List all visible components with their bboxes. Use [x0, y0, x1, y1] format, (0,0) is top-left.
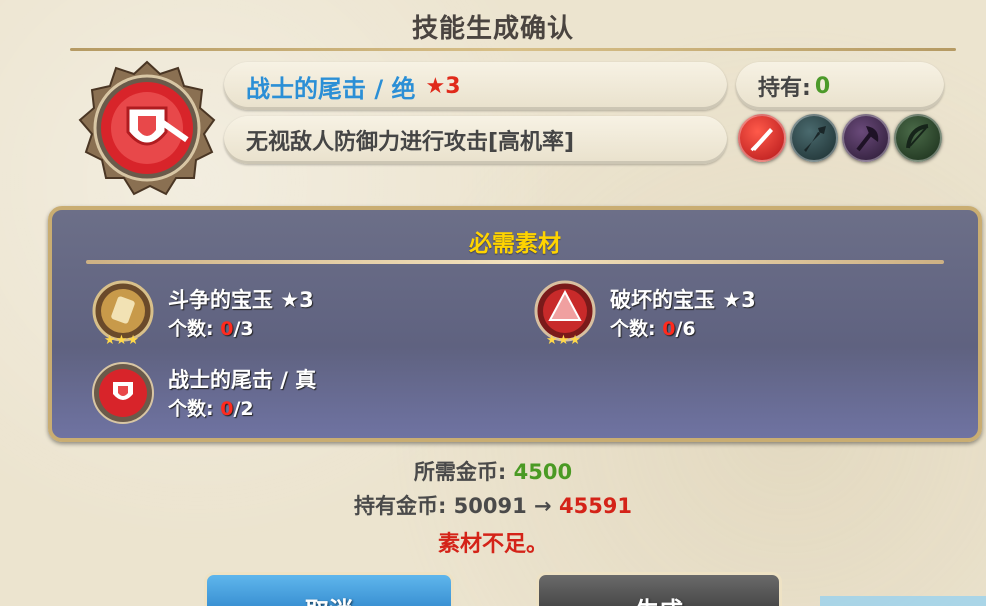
gold-after-value: 45591 [558, 494, 633, 518]
material-name: 战士的尾击 / 真 [168, 368, 317, 392]
red-gem-icon: ★★★ [532, 280, 598, 348]
owned-label: 持有: [758, 76, 811, 101]
required-gold-line: 所需金币: 4500 [0, 456, 986, 486]
material-count: 个数: 0/3 [168, 318, 254, 340]
material-name: 破坏的宝玉 ★3 [610, 288, 756, 312]
material-count: 个数: 0/2 [168, 398, 254, 420]
gold-gem-icon: ★★★ [90, 280, 156, 348]
owned-value: 0 [814, 73, 831, 99]
owned-gold-label: 持有金币: [353, 494, 447, 518]
corner-strip [820, 596, 986, 606]
skill-medallion-icon [90, 360, 156, 426]
gold-arrow: → [534, 494, 552, 518]
bow-icon [894, 114, 942, 162]
spear-icon [790, 114, 838, 162]
sword-icon [738, 114, 786, 162]
material-item[interactable]: ★★★ 破坏的宝玉 ★3 个数: 0/6 [532, 280, 932, 352]
skill-name: 战士的尾击 / 绝 [246, 74, 416, 103]
axe-icon [842, 114, 890, 162]
owned-count-pill: 持有: 0 [736, 62, 944, 110]
cancel-button[interactable]: 取消 [204, 572, 454, 606]
skill-medallion-icon [78, 60, 216, 196]
create-button[interactable]: 生成 [536, 572, 782, 606]
insufficient-warning: 素材不足。 [437, 532, 548, 557]
svg-text:★★★: ★★★ [546, 333, 581, 346]
skill-star-rank: ★3 [425, 73, 461, 99]
materials-divider [86, 260, 944, 264]
skill-description: 无视敌人防御力进行攻击[高机率] [246, 130, 575, 155]
skill-name-pill: 战士的尾击 / 绝 ★3 [224, 62, 727, 110]
skill-description-pill: 无视敌人防御力进行攻击[高机率] [224, 116, 727, 164]
owned-gold-line: 持有金币: 50091 → 45591 [0, 490, 986, 520]
material-item[interactable]: ★★★ 斗争的宝玉 ★3 个数: 0/3 [90, 280, 490, 352]
svg-text:★★★: ★★★ [104, 333, 139, 346]
title-divider [70, 48, 956, 51]
weapon-type-icons [738, 114, 946, 166]
material-count: 个数: 0/6 [610, 318, 696, 340]
owned-gold-value: 50091 [453, 494, 527, 518]
required-gold-value: 4500 [513, 460, 573, 484]
material-name: 斗争的宝玉 ★3 [168, 288, 314, 312]
material-item[interactable]: 战士的尾击 / 真 个数: 0/2 [90, 360, 490, 432]
dialog-title: 技能生成确认 [411, 14, 574, 44]
materials-title: 必需素材 [469, 231, 561, 257]
required-materials-panel: 必需素材 ★★★ 斗争的宝玉 ★3 个数: 0/3 ★★★ 破坏的宝玉 ★3 个… [48, 206, 982, 442]
required-gold-label: 所需金币: [413, 460, 507, 484]
